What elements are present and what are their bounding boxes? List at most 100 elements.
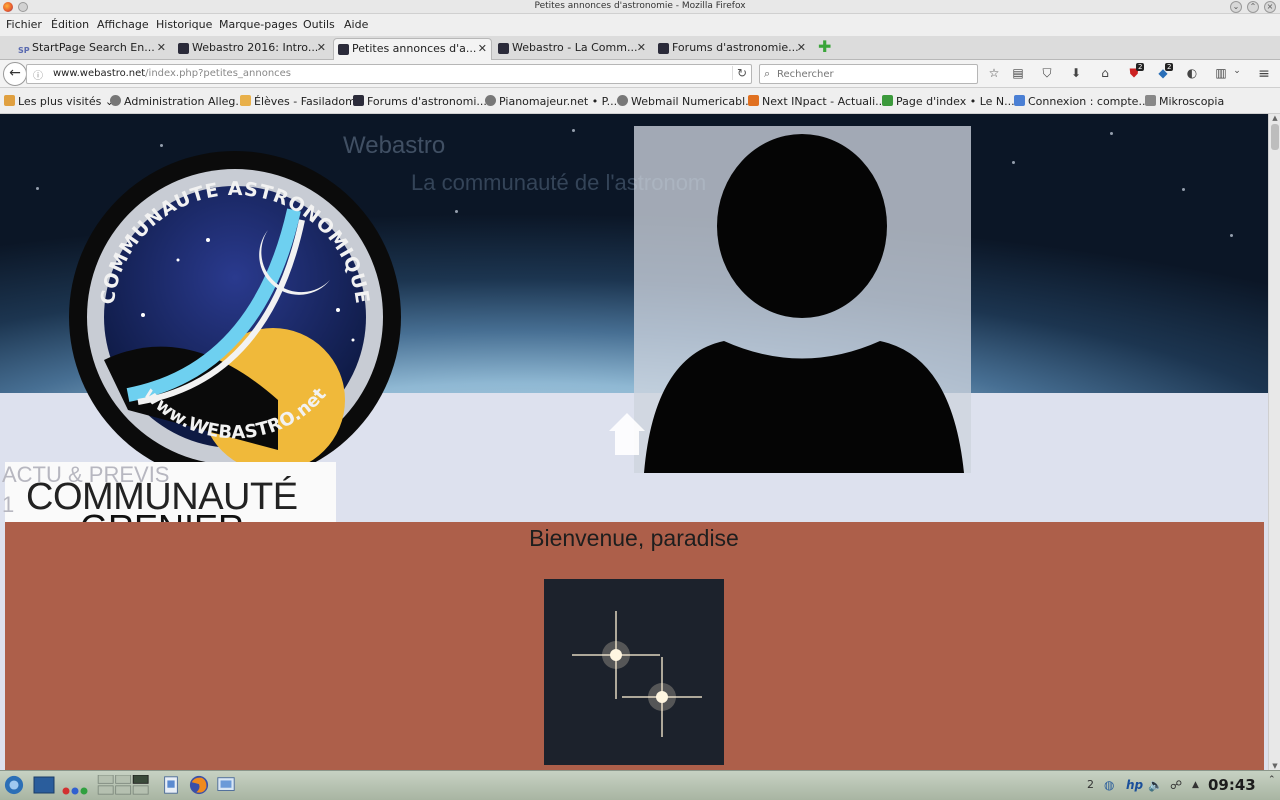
bookmark-forums[interactable]: Forums d'astronomi...: [353, 95, 487, 108]
menu-edition[interactable]: Édition: [51, 18, 89, 31]
back-arrow-icon[interactable]: ←: [3, 62, 27, 86]
page-content: Webastro La communauté de l'astronom COM…: [0, 114, 1268, 770]
home-icon[interactable]: ⌂: [1097, 66, 1113, 80]
close-window-button[interactable]: ×: [1264, 1, 1276, 13]
user-silhouette-icon: [644, 134, 964, 473]
info-icon[interactable]: ⓘ: [33, 67, 43, 82]
menu-outils[interactable]: Outils: [303, 18, 335, 31]
webastro-favicon-icon: [178, 43, 189, 54]
screenshot-app-icon[interactable]: [216, 775, 236, 795]
menu-marque-pages[interactable]: Marque-pages: [219, 18, 297, 31]
virtual-desktop-pager[interactable]: [93, 775, 155, 795]
scrollbar-thumb[interactable]: [1271, 124, 1279, 150]
tab-label: StartPage Search En...: [32, 41, 155, 54]
new-tab-plus-icon[interactable]: ✚: [818, 39, 831, 55]
reading-list-icon[interactable]: ▤: [1010, 66, 1026, 80]
webastro-favicon-icon: [658, 43, 669, 54]
globe-icon: [110, 95, 121, 106]
close-tab-icon[interactable]: ✕: [157, 38, 166, 58]
url-bar[interactable]: ⓘ www.webastro.net/index.php?petites_ann…: [26, 64, 752, 84]
bookmarks-toolbar: Les plus visités ⌄ Administration Alleg.…: [0, 89, 1280, 114]
google-icon: [1014, 95, 1025, 106]
webastro-favicon-icon: [498, 43, 509, 54]
network-icon[interactable]: ☍: [1170, 778, 1182, 792]
scroll-up-icon[interactable]: ▲: [1269, 114, 1280, 122]
menu-aide[interactable]: Aide: [344, 18, 368, 31]
folder-icon: [4, 95, 15, 106]
window-titlebar: Petites annonces d'astronomie - Mozilla …: [0, 0, 1280, 14]
navigation-bar: ← ⓘ www.webastro.net/index.php?petites_a…: [0, 60, 1280, 88]
tab-label: Webastro 2016: Intro...: [192, 41, 319, 54]
close-tab-icon[interactable]: ✕: [317, 38, 326, 58]
taskbar: 2 ◍ hp 🔈 ☍ ▲ 09:43 ⌃: [0, 770, 1280, 800]
scroll-down-icon[interactable]: ▼: [1269, 762, 1280, 770]
bookmark-most-visited[interactable]: Les plus visités ⌄: [4, 95, 114, 108]
welcome-message: Bienvenue, paradise: [529, 525, 739, 551]
community-logo[interactable]: COMMUNAUTE ASTRONOMIQUE www.WEBASTRO.net: [68, 150, 402, 484]
startpage-favicon-icon: SP: [18, 46, 30, 55]
tab-petites-annonces[interactable]: Petites annonces d'a... ✕: [333, 38, 492, 60]
star-image[interactable]: [544, 579, 724, 765]
ublock-badge: 2: [1136, 63, 1145, 71]
show-desktop-icon[interactable]: [33, 776, 55, 796]
tray-expand-icon[interactable]: ▲: [1192, 780, 1199, 790]
tab-webastro-intro[interactable]: Webastro 2016: Intro... ✕: [174, 38, 330, 60]
window-title: Petites annonces d'astronomie - Mozilla …: [534, 1, 746, 11]
bookmark-administration[interactable]: Administration Alleg...: [110, 95, 246, 108]
search-bar[interactable]: ⌕: [759, 64, 978, 84]
webastro-favicon-icon: [353, 95, 364, 106]
pocket-icon[interactable]: ⛉: [1039, 66, 1055, 81]
bookmark-star-icon[interactable]: ☆: [986, 66, 1002, 80]
volume-icon[interactable]: 🔈: [1148, 778, 1163, 792]
desktop-number[interactable]: 2: [1087, 778, 1094, 791]
bookmark-mikroscopia[interactable]: Mikroscopia: [1145, 95, 1224, 108]
tab-label: Webastro - La Comm...: [512, 41, 638, 54]
toggle-icon[interactable]: ◐: [1184, 66, 1200, 80]
bookmark-next-inpact[interactable]: Next INpact - Actuali...: [748, 95, 886, 108]
tab-label: Forums d'astronomie...: [672, 41, 799, 54]
site-icon: [1145, 95, 1156, 106]
reload-icon[interactable]: ↻: [731, 66, 747, 80]
firefox-taskbar-icon[interactable]: [188, 775, 210, 795]
network-globe-icon[interactable]: ◍: [1104, 778, 1114, 792]
menu-fichier[interactable]: Fichier: [6, 18, 42, 31]
chevron-down-icon[interactable]: ⌄: [1229, 66, 1245, 76]
close-tab-icon[interactable]: ✕: [637, 38, 646, 58]
site-icon: [882, 95, 893, 106]
menu-affichage[interactable]: Affichage: [97, 18, 149, 31]
url-text[interactable]: www.webastro.net/index.php?petites_annon…: [53, 68, 291, 79]
search-input[interactable]: [777, 67, 967, 81]
bookmark-webmail[interactable]: Webmail Numericabl...: [617, 95, 756, 108]
maximize-button[interactable]: ⌃: [1247, 1, 1259, 13]
clock[interactable]: 09:43: [1208, 776, 1256, 794]
tab-startpage[interactable]: SP StartPage Search En... ✕: [14, 38, 170, 60]
file-manager-icon[interactable]: [162, 775, 180, 795]
user-avatar[interactable]: [634, 126, 971, 473]
activities-icon[interactable]: [62, 781, 88, 800]
site-icon: [748, 95, 759, 106]
bookmark-pianomajeur[interactable]: Pianomajeur.net • P...: [485, 95, 617, 108]
hamburger-menu-icon[interactable]: ≡: [1256, 66, 1272, 82]
download-icon[interactable]: ⬇: [1068, 66, 1084, 80]
hp-printer-icon[interactable]: hp: [1126, 778, 1143, 792]
menu-historique[interactable]: Historique: [156, 18, 212, 31]
start-menu-icon[interactable]: [3, 775, 25, 795]
menu-bar: Fichier Édition Affichage Historique Mar…: [0, 14, 1280, 36]
panel-toggle-icon[interactable]: ⌃: [1268, 775, 1276, 785]
home-icon[interactable]: [605, 407, 649, 459]
menu-item-hidden[interactable]: 1: [2, 492, 14, 518]
sparkle-stars-icon: [572, 611, 702, 737]
bookmark-eleves[interactable]: Élèves - Fasiladom: [240, 95, 356, 108]
close-tab-icon[interactable]: ✕: [478, 39, 487, 59]
tab-label: Petites annonces d'a...: [352, 42, 477, 55]
close-tab-icon[interactable]: ✕: [797, 38, 806, 58]
bookmark-connexion[interactable]: Connexion : compte...: [1014, 95, 1149, 108]
tab-forums[interactable]: Forums d'astronomie... ✕: [654, 38, 810, 60]
minimize-button[interactable]: ⌄: [1230, 1, 1242, 13]
bookmark-page-index[interactable]: Page d'index • Le N...: [882, 95, 1015, 108]
page-scrollbar[interactable]: ▲ ▼: [1268, 114, 1280, 770]
clipboard-icon[interactable]: ▥: [1213, 66, 1229, 80]
site-icon: [240, 95, 251, 106]
globe-icon: [485, 95, 496, 106]
tab-webastro-communaute[interactable]: Webastro - La Comm... ✕: [494, 38, 650, 60]
